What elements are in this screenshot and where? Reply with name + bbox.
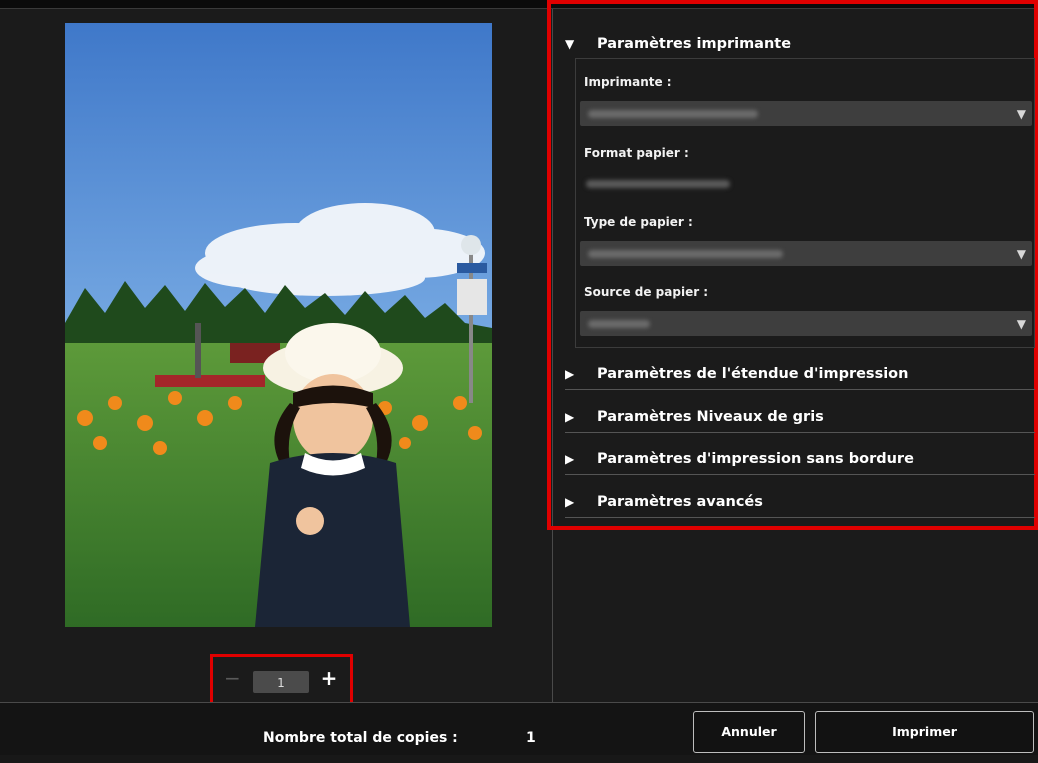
section-print-range[interactable]: ▶ Paramètres de l'étendue d'impression xyxy=(565,366,1035,382)
section-title: Paramètres d'impression sans bordure xyxy=(597,451,914,467)
triangle-right-icon: ▶ xyxy=(565,410,575,424)
copies-field[interactable]: 1 xyxy=(253,671,309,693)
cancel-button[interactable]: Annuler xyxy=(693,711,805,753)
section-title: Paramètres avancés xyxy=(597,494,763,510)
paper-type-value xyxy=(588,250,783,258)
printer-dropdown[interactable]: ▼ xyxy=(580,101,1032,126)
section-divider xyxy=(565,517,1035,518)
paper-type-label: Type de papier : xyxy=(584,215,693,229)
increase-copies-button[interactable]: + xyxy=(320,668,338,688)
photo-preview xyxy=(65,23,492,627)
section-title: Paramètres Niveaux de gris xyxy=(597,409,824,425)
section-borderless[interactable]: ▶ Paramètres d'impression sans bordure xyxy=(565,451,1035,467)
section-advanced[interactable]: ▶ Paramètres avancés xyxy=(565,494,1035,510)
print-button[interactable]: Imprimer xyxy=(815,711,1034,753)
paper-size-value xyxy=(586,180,730,188)
decrease-copies-button[interactable]: − xyxy=(224,668,241,688)
paper-type-dropdown[interactable]: ▼ xyxy=(580,241,1032,266)
preview-panel: − 1 + xyxy=(0,9,553,711)
total-copies-label: Nombre total de copies : xyxy=(263,730,458,746)
section-divider xyxy=(565,474,1035,475)
section-printer-settings[interactable]: ▼ Paramètres imprimante xyxy=(565,36,1035,52)
paper-size-label: Format papier : xyxy=(584,146,689,160)
dropdown-arrow-icon: ▼ xyxy=(1016,317,1026,331)
triangle-down-icon: ▼ xyxy=(565,37,575,51)
section-divider xyxy=(565,389,1035,390)
printer-label: Imprimante : xyxy=(584,75,672,89)
triangle-right-icon: ▶ xyxy=(565,495,575,509)
total-copies-value: 1 xyxy=(526,730,536,746)
section-grayscale[interactable]: ▶ Paramètres Niveaux de gris xyxy=(565,409,1035,425)
triangle-right-icon: ▶ xyxy=(565,367,575,381)
paper-source-value xyxy=(588,320,650,328)
paper-source-dropdown[interactable]: ▼ xyxy=(580,311,1032,336)
section-divider xyxy=(565,432,1035,433)
paper-source-label: Source de papier : xyxy=(584,285,709,299)
dropdown-arrow-icon: ▼ xyxy=(1016,107,1026,121)
section-title: Paramètres imprimante xyxy=(597,36,792,52)
triangle-right-icon: ▶ xyxy=(565,452,575,466)
dropdown-arrow-icon: ▼ xyxy=(1016,247,1026,261)
section-title: Paramètres de l'étendue d'impression xyxy=(597,366,909,382)
printer-value xyxy=(588,110,758,118)
